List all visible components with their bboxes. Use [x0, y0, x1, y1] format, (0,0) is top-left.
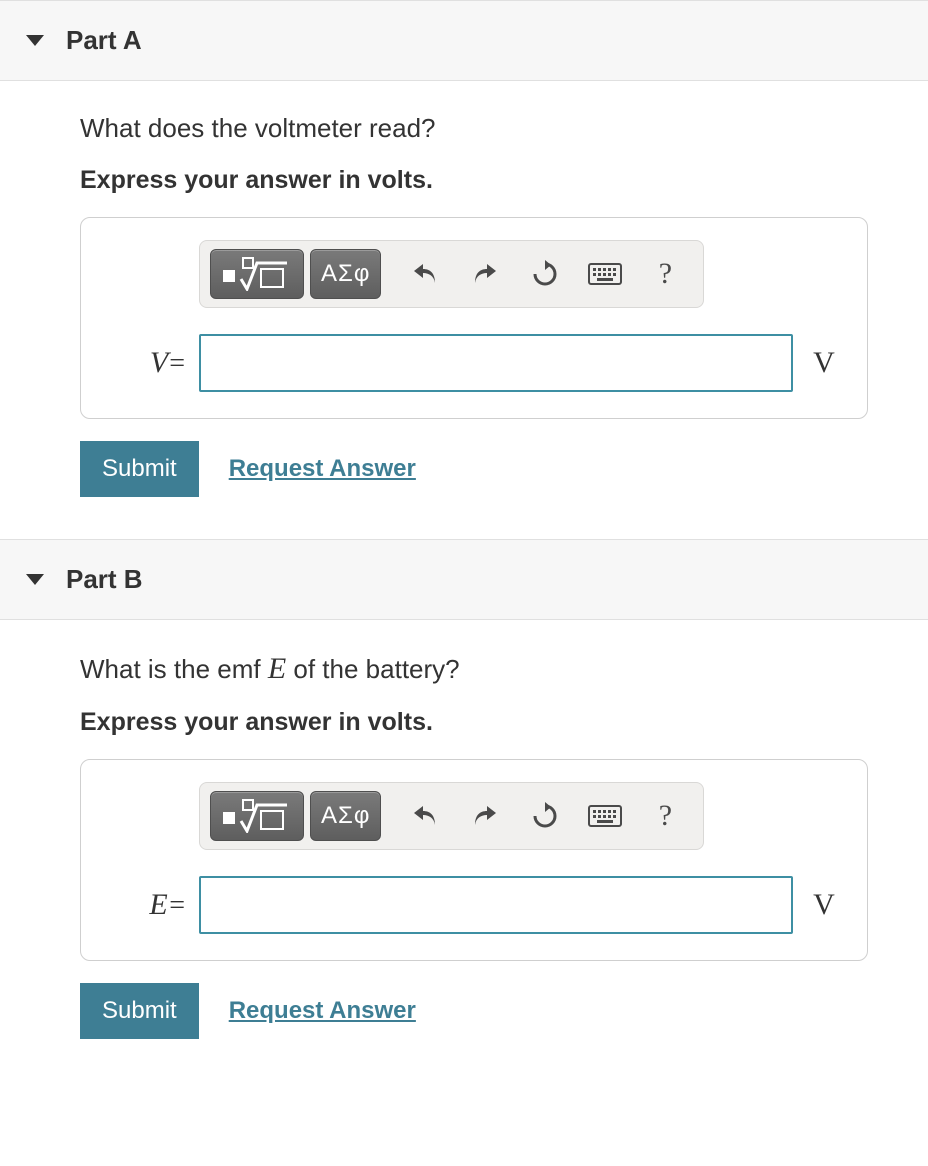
- part-b-answer-input[interactable]: [199, 876, 793, 934]
- part-a-answer-row: V = V: [107, 334, 841, 392]
- undo-button[interactable]: [397, 791, 453, 841]
- part-a-header[interactable]: Part A: [0, 0, 928, 81]
- part-b-header[interactable]: Part B: [0, 539, 928, 620]
- part-b-variable-label: E =: [107, 888, 185, 922]
- reset-button[interactable]: [517, 249, 573, 299]
- keyboard-icon: [588, 805, 622, 827]
- reset-icon: [531, 260, 559, 288]
- redo-button[interactable]: [457, 249, 513, 299]
- part-a-toolbar: ΑΣφ ?: [199, 240, 704, 308]
- part-b-instruction: Express your answer in volts.: [80, 708, 868, 737]
- chevron-down-icon: [26, 35, 44, 46]
- part-a-body: What does the voltmeter read? Express yo…: [0, 81, 928, 539]
- part-b-toolbar: ΑΣφ ?: [199, 782, 704, 850]
- part-a-unit-label: V: [807, 346, 841, 380]
- math-template-button[interactable]: [210, 791, 304, 841]
- help-button[interactable]: ?: [637, 249, 693, 299]
- square-root-icon: [221, 799, 293, 833]
- keyboard-button[interactable]: [577, 249, 633, 299]
- part-b-question: What is the emf E of the battery?: [80, 652, 868, 686]
- reset-button[interactable]: [517, 791, 573, 841]
- part-b-submit-button[interactable]: Submit: [80, 983, 199, 1039]
- undo-icon: [411, 261, 439, 287]
- part-a-variable-label: V =: [107, 346, 185, 380]
- part-b-request-answer-link[interactable]: Request Answer: [229, 997, 416, 1025]
- part-a-title: Part A: [66, 25, 142, 56]
- part-a-answer-panel: ΑΣφ ? V = V: [80, 217, 868, 419]
- part-a-request-answer-link[interactable]: Request Answer: [229, 455, 416, 483]
- reset-icon: [531, 802, 559, 830]
- undo-button[interactable]: [397, 249, 453, 299]
- redo-icon: [471, 803, 499, 829]
- part-a-actions: Submit Request Answer: [80, 441, 868, 497]
- part-b-unit-label: V: [807, 888, 841, 922]
- part-b-title: Part B: [66, 564, 143, 595]
- part-a-answer-input[interactable]: [199, 334, 793, 392]
- part-b-body: What is the emf E of the battery? Expres…: [0, 620, 928, 1081]
- part-a-instruction: Express your answer in volts.: [80, 166, 868, 195]
- emf-symbol: E: [268, 652, 286, 685]
- undo-icon: [411, 803, 439, 829]
- part-a-submit-button[interactable]: Submit: [80, 441, 199, 497]
- part-a-question: What does the voltmeter read?: [80, 113, 868, 144]
- greek-symbols-button[interactable]: ΑΣφ: [310, 249, 381, 299]
- math-template-button[interactable]: [210, 249, 304, 299]
- greek-symbols-button[interactable]: ΑΣφ: [310, 791, 381, 841]
- keyboard-button[interactable]: [577, 791, 633, 841]
- chevron-down-icon: [26, 574, 44, 585]
- part-b-actions: Submit Request Answer: [80, 983, 868, 1039]
- part-b-answer-panel: ΑΣφ ? E = V: [80, 759, 868, 961]
- redo-button[interactable]: [457, 791, 513, 841]
- part-b-answer-row: E = V: [107, 876, 841, 934]
- help-button[interactable]: ?: [637, 791, 693, 841]
- redo-icon: [471, 261, 499, 287]
- keyboard-icon: [588, 263, 622, 285]
- square-root-icon: [221, 257, 293, 291]
